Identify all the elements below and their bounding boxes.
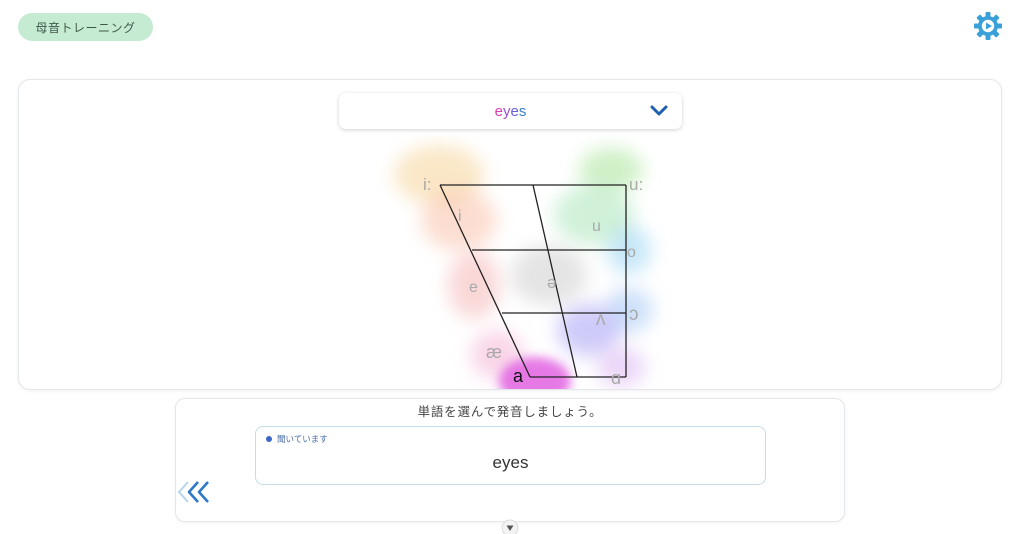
vowel-label-script-a[interactable]: ɑ	[611, 368, 621, 388]
vowel-label-wedge[interactable]: ʌ	[596, 309, 606, 330]
recognized-word: eyes	[492, 453, 529, 472]
bottom-panel: 単語を選んで発音しましょう。 聞いています eyes	[175, 398, 845, 522]
word-select-dropdown[interactable]: eyes	[339, 93, 682, 129]
vowel-label-o[interactable]: o	[627, 244, 636, 261]
vowel-label-e[interactable]: e	[469, 279, 478, 296]
vowel-label-open-o[interactable]: ɔ	[629, 304, 639, 325]
gear-icon[interactable]	[972, 10, 1004, 42]
vowel-label-schwa[interactable]: ə	[547, 273, 556, 292]
vowel-panel: eyes i: i u u: o ə e ɔ ʌ æ a ɑ	[18, 79, 1002, 390]
selected-word-letter: y	[503, 102, 511, 120]
recognition-box: 聞いています eyes	[255, 426, 766, 485]
listening-status: 聞いています	[266, 433, 328, 445]
selected-word-letter: s	[518, 102, 527, 120]
vowel-label-ae[interactable]: æ	[486, 342, 502, 362]
instruction-text: 単語を選んで発音しましょう。	[417, 404, 603, 419]
vowel-label-u[interactable]: u	[592, 218, 601, 235]
triangle-down-icon[interactable]	[500, 518, 520, 534]
vowel-chart: i: i u u: o ə e ɔ ʌ æ a ɑ	[394, 145, 653, 389]
app-title: 母音トレーニング	[35, 20, 136, 35]
vowel-label-a[interactable]: a	[513, 366, 524, 386]
app-title-pill: 母音トレーニング	[18, 13, 153, 41]
listening-dot-icon	[266, 436, 272, 442]
chevron-down-icon[interactable]	[650, 102, 668, 120]
vowel-label-i[interactable]: i	[458, 208, 462, 225]
selected-word: eyes	[495, 103, 527, 120]
double-chevron-left-icon[interactable]	[176, 479, 220, 505]
selected-word-letter: e	[510, 102, 519, 120]
vowel-blobs	[394, 145, 653, 389]
listening-label: 聞いています	[277, 435, 328, 445]
selected-word-letter: e	[494, 102, 503, 120]
vowel-label-u-long[interactable]: u:	[629, 175, 643, 194]
vowel-label-i-long[interactable]: i:	[423, 175, 432, 194]
